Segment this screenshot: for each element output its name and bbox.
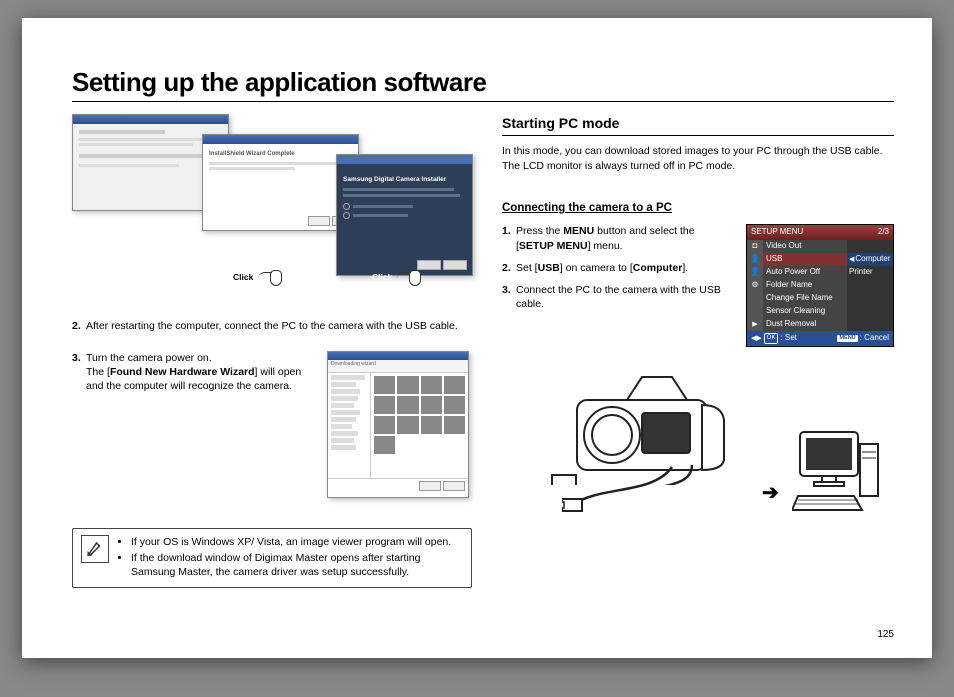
manual-page: Setting up the application software — [22, 18, 932, 658]
arrow-right-icon: ➔ — [762, 480, 779, 507]
step-text: Press the MENU button and select the [SE… — [516, 224, 734, 252]
note-item: If your OS is Windows XP/ Vista, an imag… — [131, 535, 463, 549]
step-2: 2. After restarting the computer, connec… — [72, 319, 472, 333]
subsection-heading: Connecting the camera to a PC — [502, 201, 894, 217]
heading-rule — [502, 135, 894, 136]
mouse-icon — [264, 274, 282, 286]
menu-item-sensor-cleaning: Sensor Cleaning — [747, 305, 893, 318]
step-number: 1. — [502, 224, 516, 252]
pc-step-1: 1. Press the MENU button and select the … — [502, 224, 734, 252]
menu-item-change-file-name: Change File Name — [747, 292, 893, 305]
mouse-icon — [403, 274, 421, 286]
camera-pc-illustration: ➔ — [502, 365, 894, 520]
note-icon — [81, 535, 109, 563]
step-number: 3. — [502, 283, 516, 311]
pc-step-2: 2. Set [USB] on camera to [Computer]. — [502, 261, 734, 275]
note-list: If your OS is Windows XP/ Vista, an imag… — [117, 535, 463, 582]
step-text: After restarting the computer, connect t… — [86, 319, 472, 333]
page-number: 125 — [877, 629, 894, 640]
step-number: 2. — [502, 261, 516, 275]
step-3: 3. Turn the camera power on. The [Found … — [72, 351, 317, 394]
click-label-1: Click — [233, 272, 253, 283]
note-box: If your OS is Windows XP/ Vista, an imag… — [72, 528, 472, 589]
page-title: Setting up the application software — [72, 68, 894, 97]
usb-cable-icon — [562, 465, 742, 525]
menu-item-auto-power-off: 👤Auto Power OffPrinter — [747, 266, 893, 279]
setup-menu-footer: ◀▶OK: Set MENU: Cancel — [747, 331, 893, 346]
menu-item-dust-removal: Dust Removal — [747, 318, 893, 331]
click-label-2: Click — [372, 272, 392, 283]
setup-menu-page: 2/3 — [878, 227, 889, 238]
section-heading: Starting PC mode — [502, 114, 894, 133]
menu-item-video-out: ◘Video Out — [747, 240, 893, 253]
note-item: If the download window of Digimax Master… — [131, 551, 463, 579]
section-intro: In this mode, you can download stored im… — [502, 144, 894, 172]
pc-step-3: 3. Connect the PC to the camera with the… — [502, 283, 734, 311]
title-rule — [72, 101, 894, 102]
installer-screenshots: InstallShield Wizard Complete S — [72, 114, 472, 299]
step-text: Set [USB] on camera to [Computer]. — [516, 261, 734, 275]
setup-menu-title: SETUP MENU — [751, 227, 803, 238]
setup-menu-screen: SETUP MENU 2/3 ◘Video Out 👤USBComputer 👤… — [746, 224, 894, 347]
menu-item-usb: 👤USBComputer — [747, 253, 893, 266]
step-number: 2. — [72, 319, 86, 333]
menu-item-folder-name: ⚙Folder Name — [747, 279, 893, 292]
step-number: 3. — [72, 351, 86, 394]
image-viewer-window: Downloading wizard — [327, 351, 469, 498]
step-text: Turn the camera power on. The [Found New… — [86, 351, 317, 394]
left-column: InstallShield Wizard Complete S — [72, 114, 472, 589]
installer-window-3: Samsung Digital Camera Installer — [336, 154, 473, 276]
right-column: Starting PC mode In this mode, you can d… — [502, 114, 894, 589]
step-text: Connect the PC to the camera with the US… — [516, 283, 734, 311]
columns: InstallShield Wizard Complete S — [72, 114, 894, 589]
pc-icon — [792, 430, 882, 520]
